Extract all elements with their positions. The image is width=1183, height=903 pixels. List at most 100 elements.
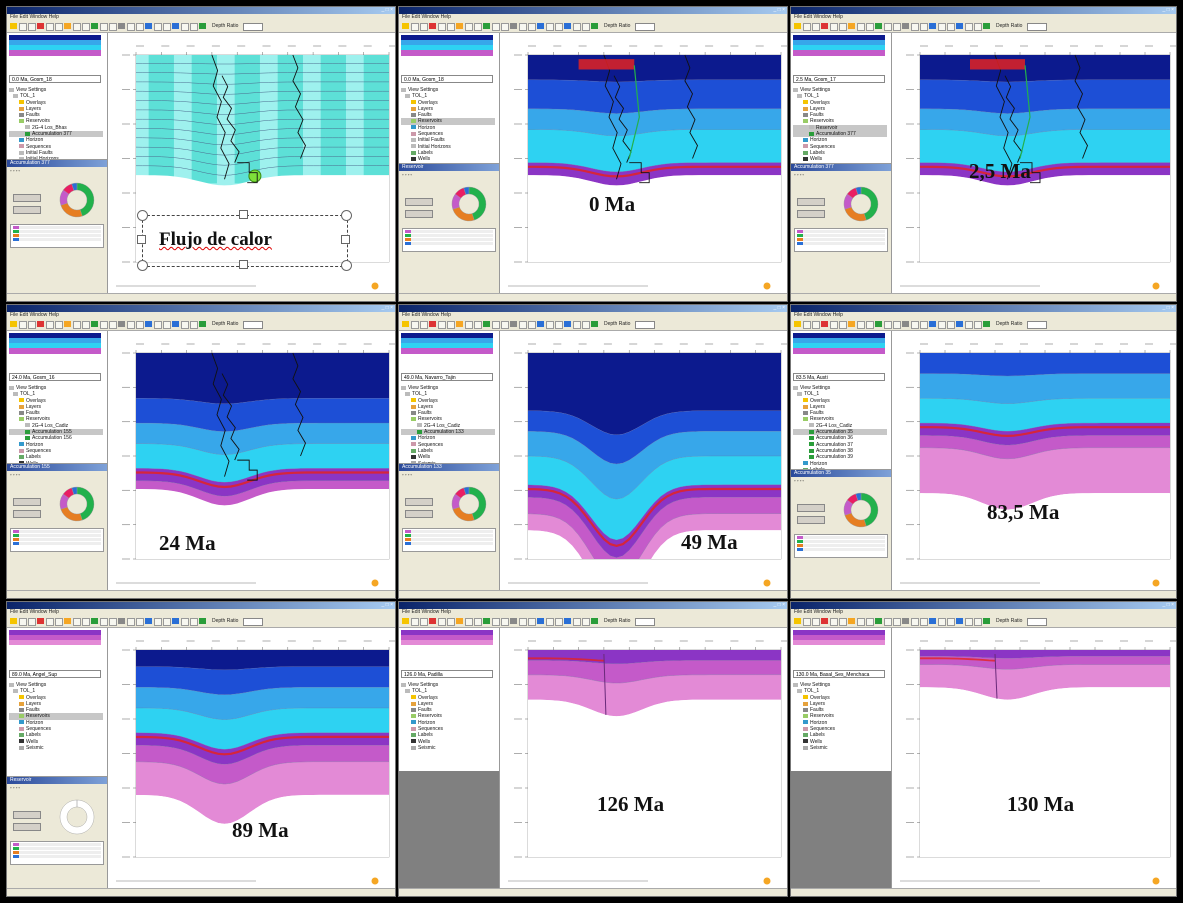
toolbar-button[interactable]: [465, 23, 473, 31]
tree-item[interactable]: Seismic: [793, 745, 887, 751]
toolbar-button[interactable]: [591, 618, 598, 624]
accumulation-tabs[interactable]: ▫ ▫ ▫ ▫: [7, 167, 107, 174]
toolbar-button[interactable]: [920, 23, 928, 31]
toolbar-button[interactable]: [181, 23, 189, 31]
toolbar-button[interactable]: [812, 23, 820, 31]
toolbar-button[interactable]: [37, 321, 44, 327]
window-controls[interactable]: _ □ ×: [382, 603, 394, 608]
model-selector[interactable]: 24.0 Ma, Gosm_16: [9, 373, 101, 381]
toolbar-button[interactable]: [10, 618, 17, 624]
toolbar-button[interactable]: [875, 321, 882, 327]
cross-section-plot[interactable]: [500, 628, 787, 889]
depth-ratio-input[interactable]: [243, 321, 263, 329]
window-titlebar[interactable]: _ □ ×: [399, 7, 787, 14]
toolbar-button[interactable]: [546, 321, 554, 329]
toolbar-button[interactable]: [839, 618, 847, 626]
model-selector[interactable]: 0.0 Ma, Gosm_18: [401, 75, 493, 83]
toolbar-button[interactable]: [555, 23, 563, 31]
toolbar-button[interactable]: [794, 321, 801, 327]
cross-section-plot[interactable]: [892, 33, 1176, 294]
toolbar-button[interactable]: [474, 23, 482, 31]
toolbar-button[interactable]: [974, 23, 982, 31]
toolbar-button[interactable]: [163, 321, 171, 329]
toolbar-button[interactable]: [438, 321, 446, 329]
toolbar-button[interactable]: [55, 618, 63, 626]
toolbar-button[interactable]: [172, 321, 179, 327]
accumulation-action-button[interactable]: [797, 504, 825, 512]
toolbar-button[interactable]: [82, 321, 90, 329]
toolbar-button[interactable]: [573, 618, 581, 626]
accumulation-action-button[interactable]: [405, 210, 433, 218]
toolbar-button[interactable]: [109, 618, 117, 626]
toolbar-button[interactable]: [866, 23, 874, 31]
accumulation-panel-title[interactable]: Reservoir: [399, 164, 499, 171]
menu-bar[interactable]: File Edit Window Help: [399, 609, 787, 616]
toolbar-button[interactable]: [172, 618, 179, 624]
cross-section-view[interactable]: [500, 628, 787, 889]
toolbar-button[interactable]: [163, 618, 171, 626]
toolbar-button[interactable]: [974, 618, 982, 626]
window-controls[interactable]: _ □ ×: [774, 8, 786, 13]
cross-section-view[interactable]: [108, 628, 395, 889]
toolbar-button[interactable]: [839, 23, 847, 31]
toolbar-button[interactable]: [402, 321, 409, 327]
toolbar-button[interactable]: [456, 23, 463, 29]
toolbar-button[interactable]: [190, 23, 198, 31]
window-titlebar[interactable]: _ □ ×: [7, 305, 395, 312]
model-selector[interactable]: 2.5 Ma, Gosm_17: [793, 75, 885, 83]
overview-thumbnail[interactable]: [401, 35, 493, 61]
toolbar-button[interactable]: [582, 618, 590, 626]
window-controls[interactable]: _ □ ×: [382, 306, 394, 311]
toolbar-button[interactable]: [465, 618, 473, 626]
toolbar-button[interactable]: [118, 618, 125, 624]
toolbar-button[interactable]: [857, 321, 865, 329]
toolbar-button[interactable]: [537, 321, 544, 327]
toolbar-button[interactable]: [573, 23, 581, 31]
toolbar-button[interactable]: [582, 321, 590, 329]
cross-section-plot[interactable]: [108, 628, 395, 889]
toolbar-button[interactable]: [429, 321, 436, 327]
toolbar-button[interactable]: [911, 321, 919, 329]
toolbar-button[interactable]: [911, 618, 919, 626]
toolbar-button[interactable]: [938, 23, 946, 31]
toolbar-button[interactable]: [510, 23, 517, 29]
accumulation-action-button[interactable]: [405, 198, 433, 206]
toolbar-button[interactable]: [447, 23, 455, 31]
toolbar-button[interactable]: [821, 618, 828, 624]
toolbar-button[interactable]: [136, 618, 144, 626]
toolbar-button[interactable]: [947, 321, 955, 329]
accumulation-action-button[interactable]: [797, 210, 825, 218]
toolbar-button[interactable]: [411, 23, 419, 31]
toolbar-button[interactable]: [181, 321, 189, 329]
menu-bar[interactable]: File Edit Window Help: [791, 312, 1176, 319]
toolbar-button[interactable]: [19, 618, 27, 626]
toolbar-button[interactable]: [803, 23, 811, 31]
cross-section-plot[interactable]: [108, 331, 395, 591]
toolbar-button[interactable]: [429, 23, 436, 29]
toolbar-button[interactable]: [145, 321, 152, 327]
model-selector[interactable]: 130.0 Ma, Basal_Ses_Menchaca: [793, 670, 885, 678]
cross-section-plot[interactable]: [500, 331, 787, 591]
toolbar-button[interactable]: [501, 321, 509, 329]
toolbar-button[interactable]: [127, 321, 135, 329]
model-selector[interactable]: 89.0 Ma, Angel_Sup: [9, 670, 101, 678]
accumulation-panel-title[interactable]: Accumulation 155: [7, 464, 107, 471]
accumulation-action-button[interactable]: [405, 498, 433, 506]
toolbar-button[interactable]: [28, 321, 36, 329]
toolbar-button[interactable]: [456, 618, 463, 624]
toolbar-button[interactable]: [920, 321, 928, 329]
accumulation-action-button[interactable]: [405, 510, 433, 518]
depth-ratio-input[interactable]: [243, 618, 263, 626]
menu-bar[interactable]: File Edit Window Help: [399, 14, 787, 21]
toolbar-button[interactable]: [100, 618, 108, 626]
toolbar-button[interactable]: [902, 321, 909, 327]
toolbar-button[interactable]: [429, 618, 436, 624]
overview-thumbnail[interactable]: [793, 333, 885, 359]
accumulation-tabs[interactable]: ▫ ▫ ▫ ▫: [7, 784, 107, 791]
toolbar-button[interactable]: [411, 321, 419, 329]
toolbar-button[interactable]: [929, 321, 936, 327]
cross-section-plot[interactable]: [892, 331, 1176, 591]
model-selector[interactable]: 126.0 Ma, Padilla: [401, 670, 493, 678]
toolbar-button[interactable]: [965, 618, 973, 626]
toolbar-button[interactable]: [564, 321, 571, 327]
